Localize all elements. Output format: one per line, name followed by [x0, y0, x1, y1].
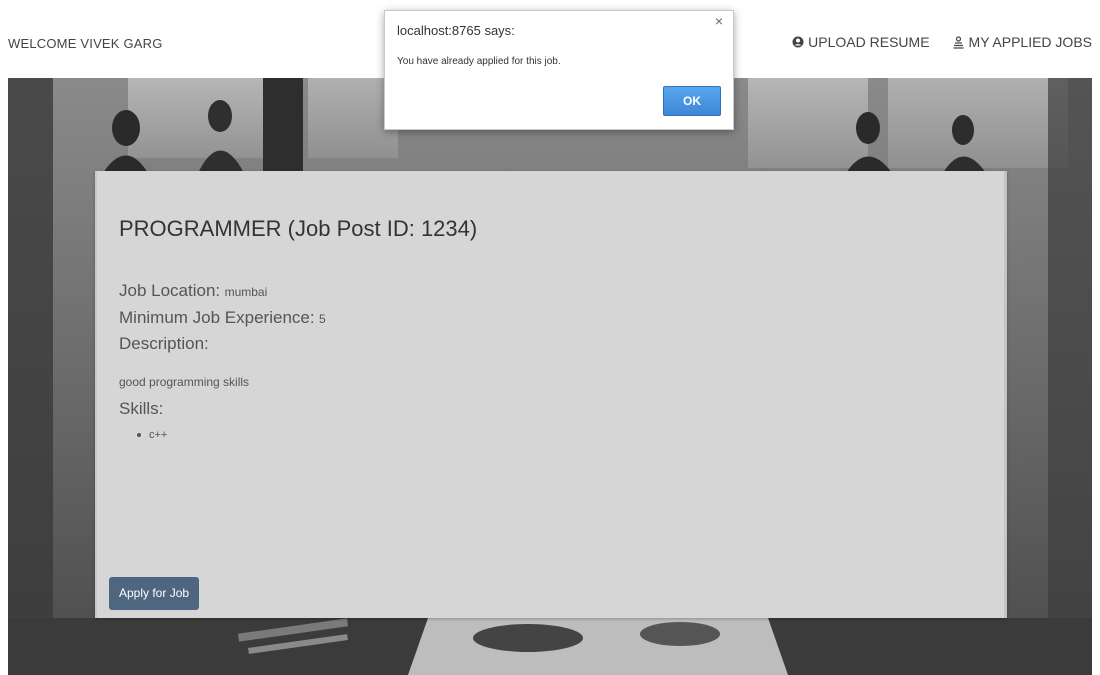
skills-label-row: Skills: [119, 399, 163, 419]
skills-list: c++ [137, 429, 167, 441]
job-experience-value: 5 [319, 312, 326, 326]
dialog-title: localhost:8765 says: [397, 23, 515, 38]
job-details-card: PROGRAMMER (Job Post ID: 1234) Job Locat… [95, 171, 1007, 618]
skill-name: c++ [149, 429, 168, 441]
nav-links: UPLOAD RESUME MY APPLIED JOBS [792, 34, 1092, 50]
skills-label: Skills: [119, 399, 164, 418]
upload-resume-label: UPLOAD RESUME [808, 34, 930, 50]
job-title: PROGRAMMER (Job Post ID: 1234) [119, 216, 478, 241]
description-label: Description: [119, 334, 209, 353]
job-location-label: Job Location: [119, 281, 221, 300]
list-item: c++ [137, 429, 167, 441]
dialog-message: You have already applied for this job. [397, 56, 561, 67]
applied-jobs-icon [952, 35, 965, 49]
job-location-value: mumbai [224, 285, 268, 299]
welcome-text: WELCOME VIVEK GARG [8, 36, 163, 51]
upload-resume-link[interactable]: UPLOAD RESUME [792, 34, 930, 50]
job-location-row: Job Location: mumbai [119, 281, 267, 301]
alert-dialog: localhost:8765 says: × You have already … [384, 10, 734, 130]
bullet-icon [137, 433, 141, 437]
user-circle-icon [792, 36, 804, 48]
description-label-row: Description: [119, 334, 209, 354]
my-applied-jobs-link[interactable]: MY APPLIED JOBS [952, 34, 1092, 50]
job-experience-row: Minimum Job Experience: 5 [119, 308, 326, 328]
ok-button[interactable]: OK [663, 86, 721, 116]
job-experience-label: Minimum Job Experience: [119, 308, 315, 327]
description-text: good programming skills [119, 375, 250, 389]
apply-for-job-button[interactable]: Apply for Job [109, 577, 200, 610]
close-icon[interactable]: × [715, 13, 723, 29]
my-applied-jobs-label: MY APPLIED JOBS [968, 34, 1092, 50]
